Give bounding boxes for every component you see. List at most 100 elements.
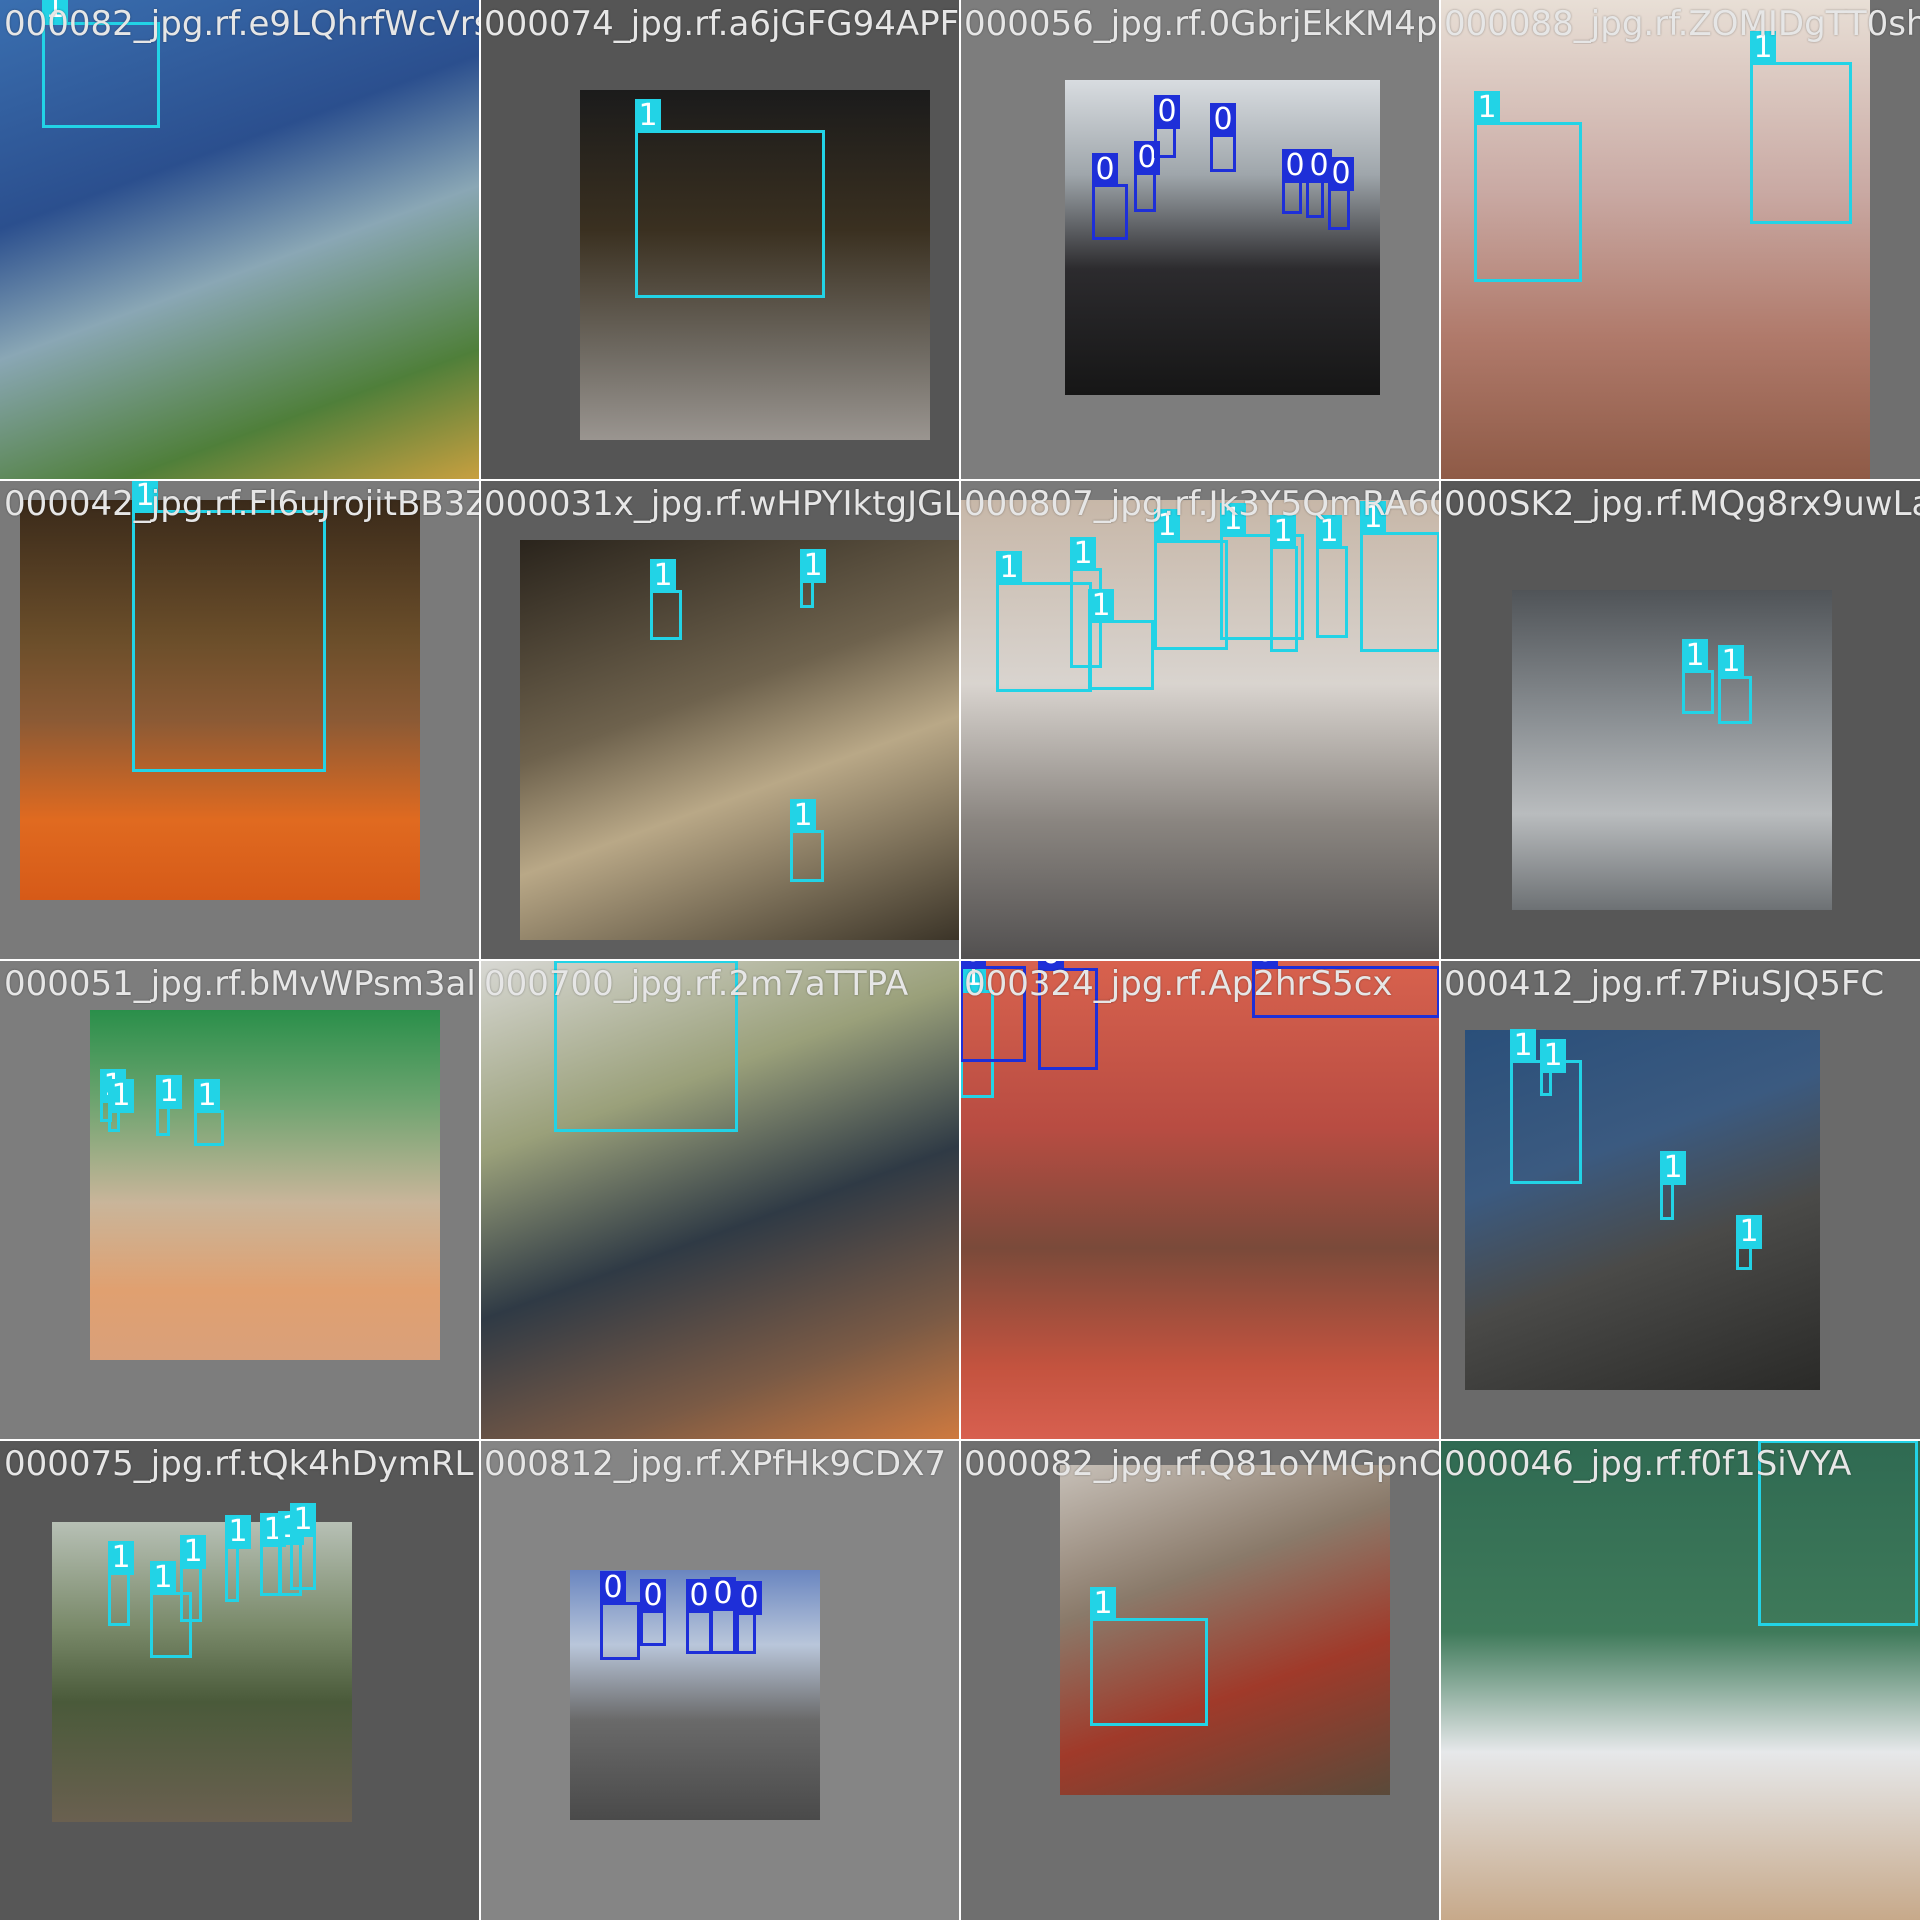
class-label: 1	[1474, 91, 1500, 125]
helmet-bounding-box: 1	[1718, 645, 1752, 724]
image-filename: 000324_jpg.rf.Ap2hrS5cx	[964, 964, 1393, 1004]
helmet-bounding-box: 1	[1750, 31, 1852, 224]
mosaic-tile: 0 0 0 0 0 000812_jpg.rf.XPfHk9CDX7	[480, 1440, 960, 1920]
class-label: 0	[686, 1579, 712, 1613]
mosaic-tile: 11111111000807_jpg.rf.Jk3Y5QmRA6OK2kpcMO…	[960, 480, 1440, 960]
mosaic-tile: 0000000000056_jpg.rf.0GbrjEkKM4pG3bIu0T3…	[960, 0, 1440, 480]
helmet-bounding-box: 1	[635, 99, 825, 298]
class-label: 1	[1718, 645, 1744, 679]
class-label: 1	[180, 1535, 206, 1569]
image-filename: 000042_jpg.rf.Fl6uJrojitBB3Z	[4, 484, 480, 524]
mosaic-tile: 1 1 1 1 000412_jpg.rf.7PiuSJQ5FC	[1440, 960, 1920, 1440]
training-photo	[960, 960, 1440, 1440]
training-photo	[520, 540, 960, 940]
mosaic-tile: 1111111000075_jpg.rf.tQk4hDymRL	[0, 1440, 480, 1920]
mosaic-tile: 1 1 1 000031x_jpg.rf.wHPYIktgJGL	[480, 480, 960, 960]
class-label: 1	[1682, 639, 1708, 673]
class-label: 1	[1540, 1039, 1566, 1073]
head-bounding-box: 0	[686, 1579, 712, 1654]
helmet-bounding-box: 1	[790, 799, 824, 882]
class-label: 0	[710, 1577, 736, 1611]
head-bounding-box: 0	[1282, 149, 1308, 214]
head-bounding-box: 0	[600, 1571, 640, 1660]
helmet-bounding-box: 1	[1474, 91, 1582, 282]
class-label: 1	[1070, 537, 1096, 571]
class-label: 1	[650, 559, 676, 593]
grid-divider	[0, 959, 1920, 961]
class-label: 0	[1282, 149, 1308, 183]
image-filename: 000SK2_jpg.rf.MQg8rx9uwLa1	[1444, 484, 1920, 524]
mosaic-tile: 1000082_jpg.rf.e9LQhrfWcVrsDkOYsjpjrna6j…	[0, 0, 480, 480]
mosaic-tile: 1 000074_jpg.rf.a6jGFG94APF3bIiD	[480, 0, 960, 480]
image-filename: 000074_jpg.rf.a6jGFG94APF3bIiD	[484, 4, 960, 44]
helmet-bounding-box: 1	[1540, 1039, 1566, 1096]
helmet-bounding-box: 1	[650, 559, 682, 640]
helmet-bounding-box: 1	[1088, 589, 1154, 690]
helmet-bounding-box: 1	[290, 1503, 316, 1590]
image-filename: 000412_jpg.rf.7PiuSJQ5FC	[1444, 964, 1885, 1004]
helmet-bounding-box: 1	[156, 1075, 182, 1136]
class-label: 1	[108, 1079, 134, 1113]
class-label: 0	[1154, 95, 1180, 129]
head-bounding-box: 0	[736, 1581, 762, 1654]
head-bounding-box: 0	[1210, 103, 1236, 172]
class-label: 1	[1660, 1151, 1686, 1185]
image-filename: 000807_jpg.rf.Jk3Y5QmRA6OK2kpcMOg8rx9uwL…	[964, 484, 1440, 524]
class-label: 1	[1510, 1029, 1536, 1063]
class-label: 0	[640, 1579, 666, 1613]
image-filename: 000082_jpg.rf.Q81oYMGpnOy	[964, 1444, 1440, 1484]
helmet-bounding-box: 1	[108, 1541, 134, 1626]
image-filename: 000051_jpg.rf.bMvWPsm3al	[4, 964, 476, 1004]
class-label: 1	[225, 1515, 251, 1549]
class-label: 1	[194, 1079, 220, 1113]
class-label: 1	[790, 799, 816, 833]
head-bounding-box: 0	[640, 1579, 666, 1646]
class-label: 0	[736, 1581, 762, 1615]
helmet-bounding-box: 1	[1154, 509, 1228, 650]
class-label: 0	[600, 1571, 626, 1605]
training-photo	[90, 1010, 440, 1360]
image-filename: 000088_jpg.rf.ZOMIDgTT0sh	[1444, 4, 1920, 44]
grid-divider	[0, 1439, 1920, 1441]
helmet-bounding-box: 1	[1360, 501, 1440, 652]
image-filename: 000700_jpg.rf.2m7aTTPA	[484, 964, 909, 1004]
class-label: 0	[1092, 153, 1118, 187]
helmet-bounding-box: 1	[132, 480, 326, 772]
image-filename: 000812_jpg.rf.XPfHk9CDX7	[484, 1444, 946, 1484]
mosaic-tile: 1000000324_jpg.rf.Ap2hrS5cx	[960, 960, 1440, 1440]
class-label: 1	[800, 549, 826, 583]
head-bounding-box: 0	[1154, 95, 1180, 158]
class-label: 1	[1088, 589, 1114, 623]
class-label: 1	[156, 1075, 182, 1109]
head-bounding-box: 0	[1306, 149, 1332, 218]
head-bounding-box: 0	[1134, 141, 1160, 212]
training-batch-mosaic: 1 000082_jpg.rf.e9LQhrfWcVrsDkOYsjpjrna6j…	[0, 0, 1920, 1920]
class-label: 0	[1210, 103, 1236, 137]
mosaic-tile: 1 1 000SK2_jpg.rf.MQg8rx9uwLa1	[1440, 480, 1920, 960]
mosaic-tile: 1 1 000088_jpg.rf.ZOMIDgTT0sh	[1440, 0, 1920, 480]
class-label: 1	[1736, 1215, 1762, 1249]
mosaic-tile: 1000700_jpg.rf.2m7aTTPA	[480, 960, 960, 1440]
image-filename: 000056_jpg.rf.0GbrjEkKM4pG3bIu0T3B	[964, 4, 1440, 44]
helmet-bounding-box: 1	[800, 549, 826, 608]
helmet-bounding-box: 1	[1736, 1215, 1762, 1270]
helmet-bounding-box: 1	[108, 1079, 134, 1132]
helmet-bounding-box: 1	[1090, 1587, 1208, 1726]
training-photo	[1512, 590, 1832, 910]
image-filename: 000031x_jpg.rf.wHPYIktgJGL	[484, 484, 960, 524]
image-filename: 000075_jpg.rf.tQk4hDymRL	[4, 1444, 474, 1484]
mosaic-tile: 1 000042_jpg.rf.Fl6uJrojitBB3Z	[0, 480, 480, 960]
class-label: 0	[1328, 157, 1354, 191]
mosaic-tile: 1111000051_jpg.rf.bMvWPsm3al	[0, 960, 480, 1440]
helmet-bounding-box: 1	[180, 1535, 206, 1622]
helmet-bounding-box: 1	[1270, 515, 1298, 652]
image-filename: 000082_jpg.rf.e9LQhrfWcVrsDkOYsjpjrna6jG…	[4, 4, 480, 44]
mosaic-tile: 1000046_jpg.rf.f0f1SiVYA	[1440, 1440, 1920, 1920]
grid-divider	[1439, 0, 1441, 1920]
class-label: 1	[150, 1561, 176, 1595]
helmet-bounding-box: 1	[1660, 1151, 1686, 1220]
image-filename: 000046_jpg.rf.f0f1SiVYA	[1444, 1444, 1852, 1484]
class-label: 1	[290, 1503, 316, 1537]
head-bounding-box: 0	[1092, 153, 1128, 240]
helmet-bounding-box: 1	[1316, 515, 1348, 638]
